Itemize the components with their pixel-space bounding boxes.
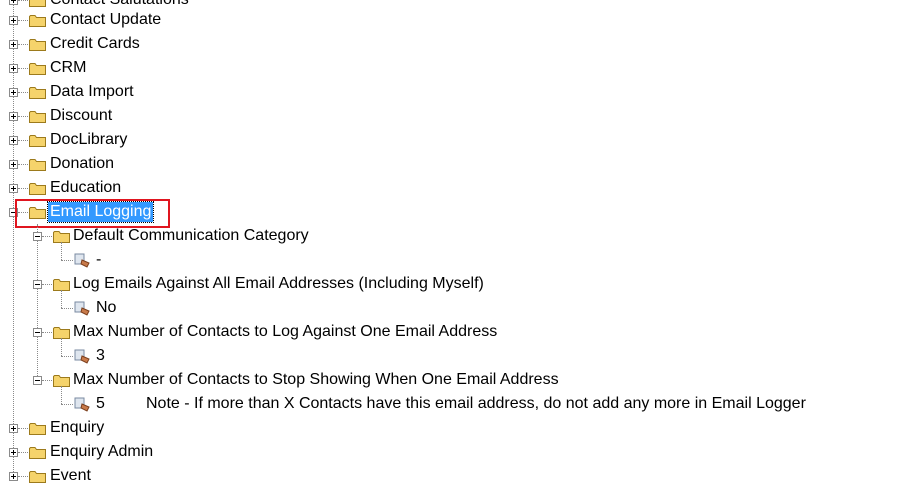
folder-icon — [29, 135, 46, 147]
tree-node-label: Event — [50, 467, 91, 484]
folder-icon — [29, 183, 46, 195]
folder-icon — [29, 63, 46, 75]
tree-node-default-communication-category[interactable]: Default Communication Category — [0, 224, 700, 248]
tree-node-label: Enquiry Admin — [50, 443, 154, 460]
folder-icon — [29, 39, 46, 51]
tree-node-education[interactable]: Education — [0, 176, 600, 200]
collapse-toggle-icon[interactable] — [33, 280, 42, 289]
tree-node-contact-update[interactable]: Contact Update — [0, 8, 600, 32]
tree-node-label: CRM — [50, 59, 87, 76]
tree-node-event[interactable]: Event — [0, 464, 600, 488]
setting-value: 3 — [96, 347, 105, 364]
expand-toggle-icon[interactable] — [9, 160, 18, 169]
expand-toggle-icon[interactable] — [9, 16, 18, 25]
tree-leaf-value[interactable]: - — [0, 242, 300, 272]
tree-node-label: Contact Update — [50, 11, 162, 28]
tree-leaf-value[interactable]: 3 — [0, 338, 300, 368]
tree-node-data-import[interactable]: Data Import — [0, 80, 600, 104]
setting-value-icon — [74, 397, 90, 412]
collapse-toggle-icon[interactable] — [33, 328, 42, 337]
tree-node-label: Default Communication Category — [73, 227, 309, 244]
tree-node-doclibrary[interactable]: DocLibrary — [0, 128, 600, 152]
setting-value-icon — [74, 301, 90, 316]
tree-node-credit-cards[interactable]: Credit Cards — [0, 32, 600, 56]
tree-node-label: Donation — [50, 155, 115, 172]
tree-node-enquiry-admin[interactable]: Enquiry Admin — [0, 440, 600, 464]
expand-toggle-icon[interactable] — [9, 184, 18, 193]
expand-toggle-icon[interactable] — [9, 40, 18, 49]
folder-icon — [29, 159, 46, 171]
tree-node-label: DocLibrary — [50, 131, 128, 148]
tree-node-label: Credit Cards — [50, 35, 140, 52]
tree-node-label: Log Emails Against All Email Addresses (… — [73, 275, 484, 292]
tree-node-label: Education — [50, 179, 122, 196]
tree-node-label: Max Number of Contacts to Stop Showing W… — [73, 371, 559, 388]
setting-value-icon — [74, 349, 90, 364]
settings-tree: Contact Salutations Contact Update Credi… — [0, 0, 901, 485]
tree-node-label: Max Number of Contacts to Log Against On… — [73, 323, 498, 340]
tree-node-max-contacts-stop-showing[interactable]: Max Number of Contacts to Stop Showing W… — [0, 368, 700, 392]
tree-node-max-contacts-log[interactable]: Max Number of Contacts to Log Against On… — [0, 320, 700, 344]
expand-toggle-icon[interactable] — [9, 136, 18, 145]
expand-toggle-icon[interactable] — [9, 448, 18, 457]
collapse-toggle-icon[interactable] — [33, 232, 42, 241]
setting-value: No — [96, 299, 117, 316]
expand-toggle-icon[interactable] — [9, 112, 18, 121]
tree-leaf-value[interactable]: 5 Note - If more than X Contacts have th… — [0, 386, 895, 416]
setting-value-icon — [74, 253, 90, 268]
folder-icon — [29, 423, 46, 435]
collapse-toggle-icon[interactable] — [33, 376, 42, 385]
folder-icon — [29, 471, 46, 483]
setting-value: 5 — [96, 395, 105, 412]
folder-icon — [29, 0, 46, 7]
folder-icon — [29, 87, 46, 99]
folder-icon — [29, 15, 46, 27]
tree-node-crm[interactable]: CRM — [0, 56, 600, 80]
tree-node-log-emails-against-all[interactable]: Log Emails Against All Email Addresses (… — [0, 272, 700, 296]
expand-toggle-icon[interactable] — [9, 424, 18, 433]
folder-icon — [29, 111, 46, 123]
setting-note: Note - If more than X Contacts have this… — [146, 395, 806, 412]
tree-node-donation[interactable]: Donation — [0, 152, 600, 176]
tree-node-label: Discount — [50, 107, 113, 124]
tree-node-discount[interactable]: Discount — [0, 104, 600, 128]
folder-icon — [29, 447, 46, 459]
tree-node-label: Enquiry — [50, 419, 105, 436]
expand-toggle-icon[interactable] — [9, 472, 18, 481]
tree-node-label: Data Import — [50, 83, 134, 100]
tree-leaf-value[interactable]: No — [0, 290, 300, 320]
setting-value: - — [96, 251, 102, 268]
tree-node-enquiry[interactable]: Enquiry — [0, 416, 600, 440]
expand-toggle-icon[interactable] — [9, 0, 18, 5]
expand-toggle-icon[interactable] — [9, 64, 18, 73]
expand-toggle-icon[interactable] — [9, 88, 18, 97]
